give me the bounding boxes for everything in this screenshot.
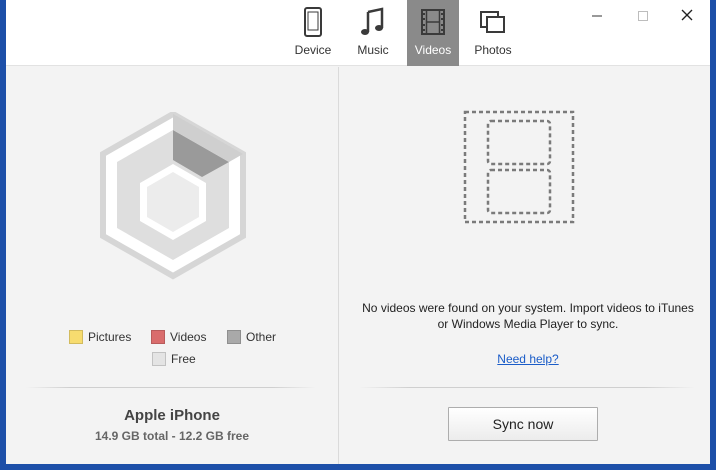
top-nav-bar: Device Music Videos Photos bbox=[6, 0, 710, 66]
pictures-swatch bbox=[69, 330, 83, 344]
legend-label: Pictures bbox=[88, 330, 132, 344]
legend-videos: Videos bbox=[151, 330, 206, 346]
tab-label: Photos bbox=[474, 43, 512, 57]
maximize-icon bbox=[630, 11, 656, 30]
tab-photos[interactable]: Photos bbox=[466, 0, 520, 66]
minimize-icon bbox=[584, 13, 610, 30]
videos-swatch bbox=[151, 330, 165, 344]
close-button[interactable] bbox=[674, 6, 700, 26]
tab-music[interactable]: Music bbox=[348, 0, 398, 66]
legend-label: Free bbox=[171, 352, 196, 366]
tab-label: Device bbox=[294, 43, 332, 57]
music-note-icon bbox=[348, 7, 398, 37]
close-icon bbox=[674, 9, 700, 30]
sync-now-button[interactable]: Sync now bbox=[448, 407, 598, 441]
legend-pictures: Pictures bbox=[69, 330, 131, 346]
tab-label: Videos bbox=[414, 43, 452, 57]
phone-icon bbox=[286, 7, 340, 37]
separator bbox=[26, 387, 316, 388]
other-swatch bbox=[227, 330, 241, 344]
device-name: Apple iPhone bbox=[124, 407, 220, 424]
legend-label: Other bbox=[246, 330, 277, 344]
legend-label: Videos bbox=[170, 330, 207, 344]
legend-other: Other bbox=[227, 330, 276, 346]
app-window: Device Music Videos Photos Pictures Vide… bbox=[6, 0, 710, 464]
legend-free: Free bbox=[152, 352, 196, 368]
no-videos-message: No videos were found on your system. Imp… bbox=[362, 301, 694, 331]
videos-panel: No videos were found on your system. Imp… bbox=[339, 67, 710, 464]
device-storage-summary: 14.9 GB total - 12.2 GB free bbox=[94, 429, 250, 443]
need-help-link[interactable]: Need help? bbox=[339, 352, 710, 366]
free-swatch bbox=[152, 352, 166, 366]
minimize-button[interactable] bbox=[584, 6, 610, 26]
tab-label: Music bbox=[357, 43, 389, 57]
separator bbox=[359, 387, 695, 388]
film-icon bbox=[407, 7, 459, 37]
tab-device[interactable]: Device bbox=[286, 0, 340, 66]
tab-videos[interactable]: Videos bbox=[407, 0, 459, 66]
device-storage-panel: Pictures Videos Other Free Apple iPhone … bbox=[6, 67, 338, 464]
storage-hexagon-chart bbox=[98, 110, 248, 287]
empty-film-icon bbox=[461, 109, 577, 230]
maximize-button[interactable] bbox=[630, 6, 656, 26]
photos-icon bbox=[466, 7, 520, 37]
